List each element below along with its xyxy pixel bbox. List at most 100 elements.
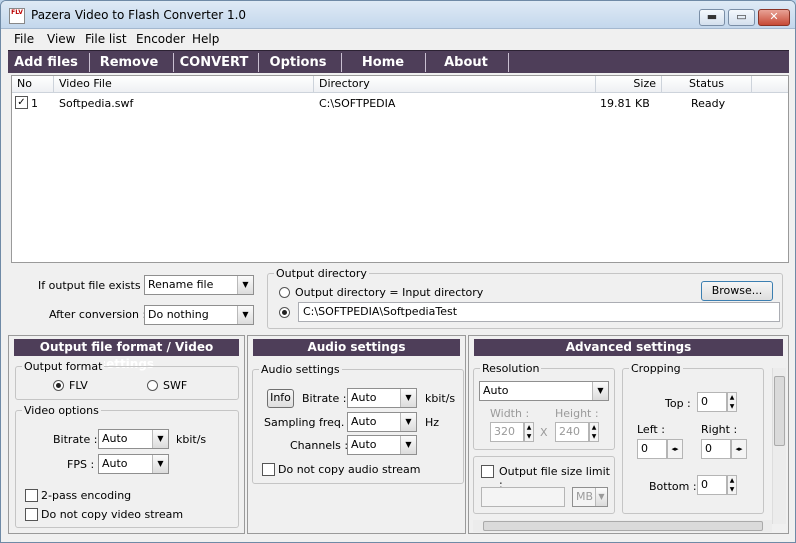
file-list[interactable]: No Video File Directory Size Status ✓ 1 … xyxy=(11,75,789,263)
main-window: FLV Pazera Video to Flash Converter 1.0 … xyxy=(0,0,796,543)
file-exists-label: If output file exists : xyxy=(38,279,148,292)
video-settings-panel: Output file format / Video settings Outp… xyxy=(8,335,245,534)
audio-bitrate-value: Auto xyxy=(351,391,377,404)
sampling-freq-value: Auto xyxy=(351,415,377,428)
video-bitrate-value: Auto xyxy=(102,432,128,445)
audio-settings-group: Audio settings Info Bitrate : Auto ▼ kbit… xyxy=(252,363,464,484)
title-bar: FLV Pazera Video to Flash Converter 1.0 … xyxy=(1,1,795,29)
list-header: No Video File Directory Size Status xyxy=(12,76,788,93)
audio-info-button[interactable]: Info xyxy=(267,389,294,408)
flv-label: FLV xyxy=(69,379,88,392)
crop-bottom-spinner[interactable]: ▲ ▼ xyxy=(727,475,737,495)
channels-value: Auto xyxy=(351,438,377,451)
menu-help[interactable]: Help xyxy=(192,32,219,46)
audio-settings-group-title: Audio settings xyxy=(259,363,342,376)
swf-label: SWF xyxy=(163,379,188,392)
row-checkbox[interactable]: ✓ xyxy=(15,96,28,109)
column-no[interactable]: No xyxy=(12,76,54,93)
height-spinner: ▲ ▼ xyxy=(589,422,599,442)
video-bitrate-select[interactable]: Auto ▼ xyxy=(98,429,169,449)
crop-bottom-input[interactable]: 0 xyxy=(697,475,727,495)
size-limit-input xyxy=(481,487,565,507)
column-size[interactable]: Size xyxy=(596,76,662,93)
remove-button[interactable]: Remove xyxy=(91,51,167,74)
two-pass-checkbox[interactable] xyxy=(25,489,38,502)
column-video-file[interactable]: Video File xyxy=(54,76,314,93)
table-row[interactable]: ✓ 1 Softpedia.swf C:\SOFTPEDIA 19.81 KB … xyxy=(12,94,788,112)
window-title: Pazera Video to Flash Converter 1.0 xyxy=(31,8,247,22)
crop-left-input[interactable]: 0 xyxy=(637,439,667,459)
add-files-button[interactable]: Add files xyxy=(10,51,82,74)
size-limit-checkbox[interactable] xyxy=(481,465,494,478)
file-exists-select[interactable]: Rename file ▼ xyxy=(144,275,254,295)
flv-radio[interactable] xyxy=(53,380,64,391)
after-conversion-value: Do nothing xyxy=(148,308,209,321)
crop-right-spinner[interactable]: ◂▸ xyxy=(731,439,747,459)
chevron-down-icon: ▼ xyxy=(152,430,168,448)
app-icon: FLV xyxy=(9,8,25,24)
output-directory-title: Output directory xyxy=(274,267,369,280)
no-audio-checkbox[interactable] xyxy=(262,463,275,476)
crop-bottom-label: Bottom : xyxy=(649,480,697,493)
menu-file-list[interactable]: File list xyxy=(85,32,127,46)
chevron-down-icon: ▼ xyxy=(152,455,168,473)
about-button[interactable]: About xyxy=(427,51,505,74)
no-audio-label: Do not copy audio stream xyxy=(278,463,421,476)
minimize-button[interactable]: ▬ xyxy=(699,9,725,26)
close-button[interactable]: ✕ xyxy=(758,9,790,26)
toolbar-separator xyxy=(425,53,426,72)
vertical-scroll-thumb[interactable] xyxy=(774,376,785,446)
custom-directory-radio[interactable] xyxy=(279,307,290,318)
horizontal-scroll-thumb[interactable] xyxy=(483,521,763,531)
swf-radio[interactable] xyxy=(147,380,158,391)
browse-button[interactable]: Browse... xyxy=(701,281,773,301)
output-format-title: Output format xyxy=(22,360,105,373)
width-spinner: ▲ ▼ xyxy=(524,422,534,442)
menu-view[interactable]: View xyxy=(47,32,75,46)
convert-button[interactable]: CONVERT xyxy=(175,51,253,74)
menu-file[interactable]: File xyxy=(14,32,34,46)
output-format-group: Output format FLV SWF xyxy=(15,360,239,400)
toolbar-separator xyxy=(173,53,174,72)
no-video-checkbox[interactable] xyxy=(25,508,38,521)
row-size: 19.81 KB xyxy=(600,97,650,110)
crop-top-spinner[interactable]: ▲ ▼ xyxy=(727,392,737,412)
video-bitrate-unit: kbit/s xyxy=(176,433,207,446)
cropping-group: Cropping Top : 0 ▲ ▼ Left : 0 ◂▸ Right : … xyxy=(622,362,764,514)
size-limit-group: Output file size limit : MB ▼ xyxy=(473,456,615,514)
crop-left-spinner[interactable]: ◂▸ xyxy=(667,439,683,459)
after-conversion-select[interactable]: Do nothing ▼ xyxy=(144,305,254,325)
audio-bitrate-select[interactable]: Auto ▼ xyxy=(347,388,417,408)
channels-label: Channels : xyxy=(290,439,349,452)
same-directory-radio[interactable] xyxy=(279,287,290,298)
fps-select[interactable]: Auto ▼ xyxy=(98,454,169,474)
vertical-scrollbar[interactable] xyxy=(772,368,786,524)
options-button[interactable]: Options xyxy=(260,51,336,74)
height-input: 240 xyxy=(555,422,589,442)
crop-top-input[interactable]: 0 xyxy=(697,392,727,412)
column-directory[interactable]: Directory xyxy=(314,76,596,93)
channels-select[interactable]: Auto ▼ xyxy=(347,435,417,455)
maximize-button[interactable]: ▭ xyxy=(728,9,755,26)
chevron-down-icon: ▼ xyxy=(592,382,608,400)
row-number: 1 xyxy=(31,97,38,110)
chevron-down-icon: ▼ xyxy=(400,436,416,454)
crop-left-label: Left : xyxy=(637,423,665,436)
sampling-freq-select[interactable]: Auto ▼ xyxy=(347,412,417,432)
cropping-title: Cropping xyxy=(629,362,683,375)
resolution-title: Resolution xyxy=(480,362,542,375)
resolution-select[interactable]: Auto ▼ xyxy=(479,381,609,401)
output-directory-input[interactable]: C:\SOFTPEDIA\SoftpediaTest xyxy=(298,302,780,322)
menu-bar: File View File list Encoder Help xyxy=(1,29,795,49)
video-bitrate-label: Bitrate : xyxy=(53,433,98,446)
resolution-value: Auto xyxy=(483,384,509,397)
crop-right-input[interactable]: 0 xyxy=(701,439,731,459)
menu-encoder[interactable]: Encoder xyxy=(136,32,185,46)
column-status[interactable]: Status xyxy=(662,76,752,93)
sampling-freq-label: Sampling freq. : xyxy=(264,416,352,429)
home-page-button[interactable]: Home page xyxy=(343,51,423,93)
advanced-settings-title: Advanced settings xyxy=(474,339,783,356)
horizontal-scrollbar[interactable] xyxy=(473,520,772,532)
row-status: Ready xyxy=(691,97,726,110)
video-settings-title: Output file format / Video settings xyxy=(14,339,239,371)
